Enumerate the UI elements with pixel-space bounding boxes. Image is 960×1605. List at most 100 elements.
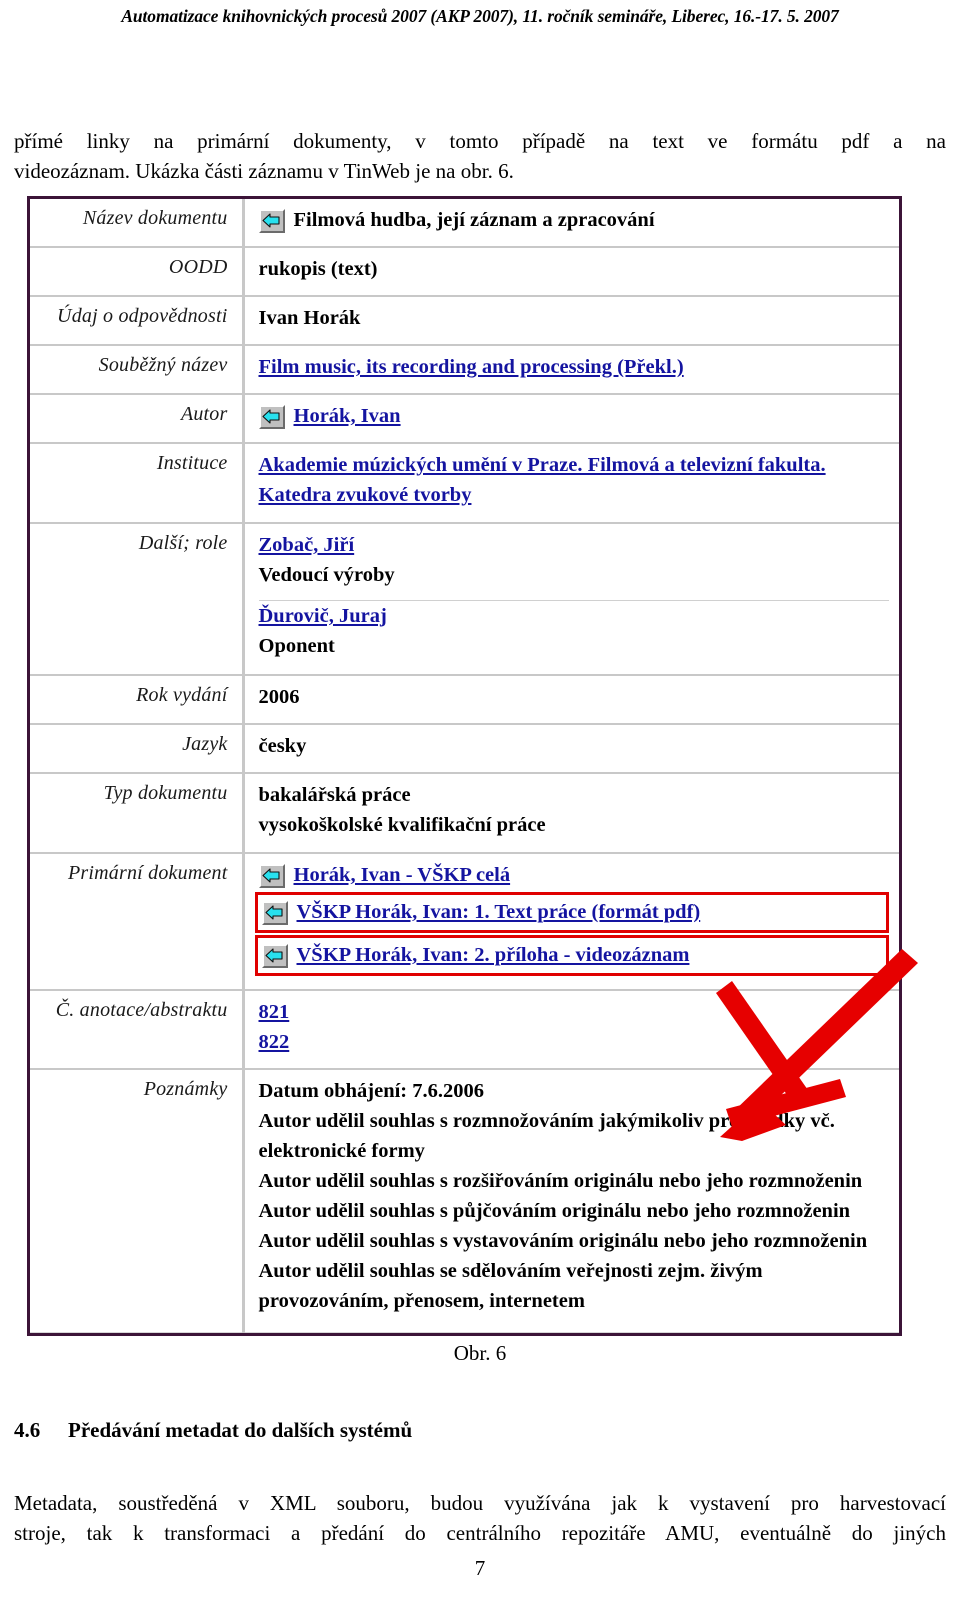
record-row-label: Poznámky [30,1068,245,1334]
tail-line-2: stroje, tak k transformaci a předání do … [14,1521,946,1545]
tail-paragraph: Metadata, soustředěná v XML souboru, bud… [14,1488,946,1548]
record-row-label: Č. anotace/abstraktu [30,988,245,1070]
record-row-label: Instituce [30,442,245,524]
record-value-line: Autor udělil souhlas s půjčováním origin… [259,1196,890,1226]
record-value-line: Horák, Ivan [258,401,890,431]
record-value-line: VŠKP Horák, Ivan: 2. příloha - videozázn… [261,940,881,970]
record-row: Rok vydání 2006 [30,674,899,725]
record-row-value: 821 822 [243,988,899,1070]
record-value-link[interactable]: 822 [259,1031,290,1053]
record-row-value: Horák, Ivan [243,393,899,444]
record-value-line: Autor udělil souhlas s vystavováním orig… [259,1226,890,1256]
record-value-line: Autor udělil souhlas s rozšiřováním orig… [259,1166,890,1196]
record-row-value: česky [243,723,899,774]
record-row: Primární dokument Horák, Ivan - VŠKP celá… [30,851,899,991]
record-row: Č. anotace/abstraktu 821 822 [30,988,899,1070]
record-value-line: Zobač, Jiří [259,530,890,560]
record-row: Souběžný název Film music, its recording … [30,344,899,395]
record-value-line: 2006 [259,682,890,712]
red-highlight-box: VŠKP Horák, Ivan: 2. příloha - videozázn… [254,934,889,976]
record-row-value: Filmová hudba, její záznam a zpracování [243,199,899,248]
record-value-link[interactable]: Akademie múzických umění v Praze. Filmov… [259,454,826,506]
record-value-line: VŠKP Horák, Ivan: 1. Text práce (formát … [261,897,881,927]
record-value-line: Filmová hudba, její záznam a zpracování [258,205,890,235]
record-row-label: Údaj o odpovědnosti [30,295,245,346]
section-number: 4.6 [14,1418,41,1442]
record-row: OODD rukopis (text) [30,246,899,297]
record-value-text: bakalářská práce [258,784,411,807]
record-value-text: 2006 [258,686,300,709]
record-value-text: Ivan Horák [258,307,361,330]
record-value-line: Autor udělil souhlas se sdělováním veřej… [259,1256,890,1316]
record-value-text: Autor udělil souhlas s rozmnožováním jak… [258,1110,835,1163]
section-title: Předávání metadat do dalších systémů [68,1418,413,1442]
record-row-label: OODD [30,246,245,297]
record-value-line: Oponent [259,631,890,661]
record-value-line: Vedoucí výroby [259,560,890,590]
record-table-body: Název dokumentu Filmová hudba, její zázna… [30,199,899,1334]
running-head: Automatizace knihovnických procesů 2007 … [121,6,839,26]
section-heading: 4.6 Předávání metadat do dalších systémů [14,1418,946,1443]
record-value-line: česky [259,731,890,761]
record-value-text: vysokoškolské kvalifikační práce [258,814,546,837]
back-arrow-icon[interactable] [258,405,285,430]
record-row-value: Zobač, Jiří Vedoucí výroby Ďurovič, Juraj O… [243,521,899,676]
record-row-value: Film music, its recording and processing… [243,344,899,395]
record-value-text: Datum obhájení: 7.6.2006 [258,1080,485,1103]
record-value-text: Oponent [258,634,335,657]
page-number: 7 [474,1556,486,1580]
back-arrow-icon[interactable] [258,209,285,233]
record-value-line: Datum obhájení: 7.6.2006 [259,1076,890,1106]
figure-tinweb-record: Název dokumentu Filmová hudba, její zázna… [27,196,918,1336]
record-row-value: bakalářská práce vysokoškolské kvalifikač… [243,772,899,854]
record-value-line: Autor udělil souhlas s rozmnožováním jak… [259,1106,890,1166]
record-row-value: Datum obhájení: 7.6.2006 Autor udělil sou… [243,1068,899,1334]
record-row: Další; role Zobač, Jiří Vedoucí výroby Ďuro… [30,521,899,676]
record-row: Jazyk česky [30,723,899,774]
record-row: Instituce Akademie múzických umění v Praz… [30,442,899,524]
record-row-label: Autor [30,393,245,444]
record-value-link[interactable]: Ďurovič, Juraj [259,605,387,627]
record-row: Typ dokumentu bakalářská práce vysokoškols… [30,772,899,854]
figure-caption: Obr. 6 [453,1341,507,1365]
record-value-link[interactable]: 821 [259,1001,290,1023]
record-row-label: Souběžný název [30,344,245,395]
back-arrow-icon[interactable] [261,900,288,925]
record-row-label: Další; role [30,521,245,676]
record-row-label: Rok vydání [30,674,245,725]
record-value-text: Vedoucí výroby [258,563,395,586]
record-value-text: česky [258,735,307,758]
intro-line-1: přímé linky na primární dokumenty, v tom… [14,129,946,153]
record-value-text: rukopis (text) [258,258,378,281]
record-value-link[interactable]: Zobač, Jiří [259,534,355,556]
record-row-label: Primární dokument [30,851,245,991]
record-row: Název dokumentu Filmová hudba, její zázna… [30,199,899,248]
record-value-line: bakalářská práce [259,780,890,810]
back-arrow-icon[interactable] [258,863,285,888]
record-value-link[interactable]: VŠKP Horák, Ivan: 1. Text práce (formát … [297,897,701,927]
record-value-link[interactable]: VŠKP Horák, Ivan: 2. příloha - videozázn… [297,940,690,970]
record-value-line: Ďurovič, Juraj [259,601,890,631]
record-row-label: Název dokumentu [30,199,245,248]
record-value-line: 822 [259,1027,890,1057]
record-table: Název dokumentu Filmová hudba, její zázna… [30,199,899,1334]
record-row-value: Akademie múzických umění v Praze. Filmov… [243,442,899,524]
record-value-text: Autor udělil souhlas s půjčováním origin… [258,1200,851,1223]
back-arrow-icon[interactable] [261,943,288,968]
record-value-link[interactable]: Film music, its recording and processing… [259,356,684,378]
record-row-label: Typ dokumentu [30,772,245,854]
intro-line-2: videozáznam. Ukázka části záznamu v TinW… [14,159,514,183]
record-value-link[interactable]: Horák, Ivan - VŠKP celá [294,860,511,890]
record-value-line: Akademie múzických umění v Praze. Filmov… [259,450,890,510]
record-value-line: 821 [259,997,890,1027]
record-value-text: Autor udělil souhlas se sdělováním veřej… [258,1260,763,1313]
record-row-value: 2006 [243,674,899,725]
record-value-line: Film music, its recording and processing… [259,352,890,382]
record-row: Poznámky Datum obhájení: 7.6.2006 Autor ud… [30,1068,899,1334]
record-value-link[interactable]: Horák, Ivan [294,401,401,431]
intro-paragraph: přímé linky na primární dokumenty, v tom… [14,126,946,186]
record-row-value: rukopis (text) [243,246,899,297]
record-value-line: rukopis (text) [259,254,890,284]
record-value-line: Ivan Horák [259,303,890,333]
record-value-text: Filmová hudba, její záznam a zpracování [293,209,655,231]
